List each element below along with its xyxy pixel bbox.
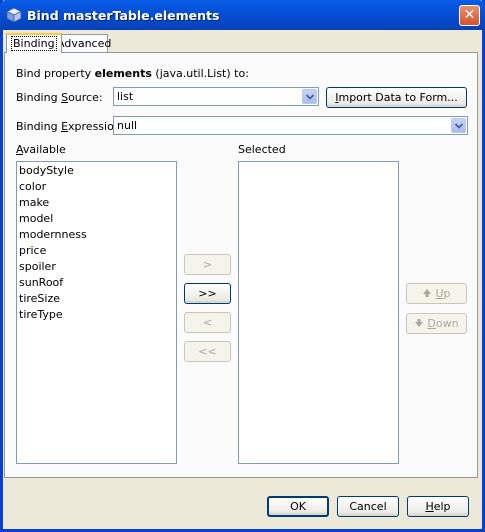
bind-property-name: elements xyxy=(94,67,152,80)
help-label-rest: elp xyxy=(433,500,451,513)
move-down-label-rest: own xyxy=(435,317,459,330)
binding-expression-combo[interactable]: null xyxy=(113,116,468,135)
selected-label: Selected xyxy=(238,143,286,156)
tab-binding-label: Binding xyxy=(11,36,57,51)
binding-source-label-mnemonic: S xyxy=(61,91,69,104)
title-bar[interactable]: Bind masterTable.elements ✕ xyxy=(0,0,485,30)
list-item[interactable]: tireSize xyxy=(19,291,60,307)
binding-source-combo[interactable]: list xyxy=(113,87,319,106)
list-item[interactable]: bodyStyle xyxy=(19,163,74,179)
add-button[interactable]: > xyxy=(184,254,231,275)
binding-source-value: list xyxy=(117,90,134,103)
bind-property-prefix: Bind property xyxy=(16,67,95,80)
cancel-button[interactable]: Cancel xyxy=(337,496,399,517)
add-all-button[interactable]: >> xyxy=(184,283,231,304)
java-cube-icon xyxy=(6,7,22,23)
tab-advanced-label: Advanced xyxy=(57,37,112,50)
available-list[interactable]: bodyStyle color make model modernness pr… xyxy=(16,161,177,464)
remove-all-button[interactable]: << xyxy=(184,341,231,362)
chevron-down-icon[interactable] xyxy=(302,89,317,104)
binding-source-label-pre: Binding xyxy=(16,91,62,104)
remove-button[interactable]: < xyxy=(184,312,231,333)
binding-source-label: Binding Source: xyxy=(16,91,103,104)
move-down-label-mnemonic: D xyxy=(427,317,436,330)
available-label: Available xyxy=(16,143,66,156)
import-data-label-post: mport Data to Form... xyxy=(338,91,458,104)
bind-property-suffix: (java.util.List) to: xyxy=(151,67,249,80)
list-item[interactable]: color xyxy=(19,179,46,195)
help-label-mnemonic: H xyxy=(425,500,434,513)
list-item[interactable]: spoiler xyxy=(19,259,56,275)
chevron-down-icon[interactable] xyxy=(451,118,466,133)
available-label-rest: vailable xyxy=(22,143,66,156)
arrow-up-icon xyxy=(423,289,432,297)
binding-expression-label: Binding Expression: xyxy=(16,120,125,133)
arrow-down-icon xyxy=(415,319,424,327)
binding-source-label-post: ource: xyxy=(68,91,103,104)
move-up-label-rest: p xyxy=(443,287,451,300)
move-down-button[interactable]: Down xyxy=(406,313,467,334)
list-item[interactable]: model xyxy=(19,211,53,227)
list-item[interactable]: price xyxy=(19,243,46,259)
ok-button[interactable]: OK xyxy=(267,496,329,517)
binding-expression-label-pre: Binding xyxy=(16,120,62,133)
close-icon: ✕ xyxy=(463,7,476,23)
available-label-mnemonic: A xyxy=(16,143,23,156)
list-item[interactable]: tireType xyxy=(19,307,63,323)
move-up-label-mnemonic: U xyxy=(435,287,444,300)
bind-property-description: Bind property elements (java.util.List) … xyxy=(16,67,249,80)
window-title: Bind masterTable.elements xyxy=(27,8,220,23)
list-item[interactable]: make xyxy=(19,195,49,211)
list-item[interactable]: modernness xyxy=(19,227,87,243)
list-item[interactable]: sunRoof xyxy=(19,275,63,291)
move-up-button[interactable]: Up xyxy=(406,283,467,304)
binding-expression-label-mnemonic: E xyxy=(61,120,69,133)
tab-binding[interactable]: Binding xyxy=(6,33,62,53)
import-data-button[interactable]: Import Data to Form... xyxy=(326,87,467,108)
help-button[interactable]: Help xyxy=(407,496,469,517)
selected-list[interactable] xyxy=(238,161,399,464)
close-button[interactable]: ✕ xyxy=(459,5,480,26)
binding-expression-value: null xyxy=(117,119,138,132)
